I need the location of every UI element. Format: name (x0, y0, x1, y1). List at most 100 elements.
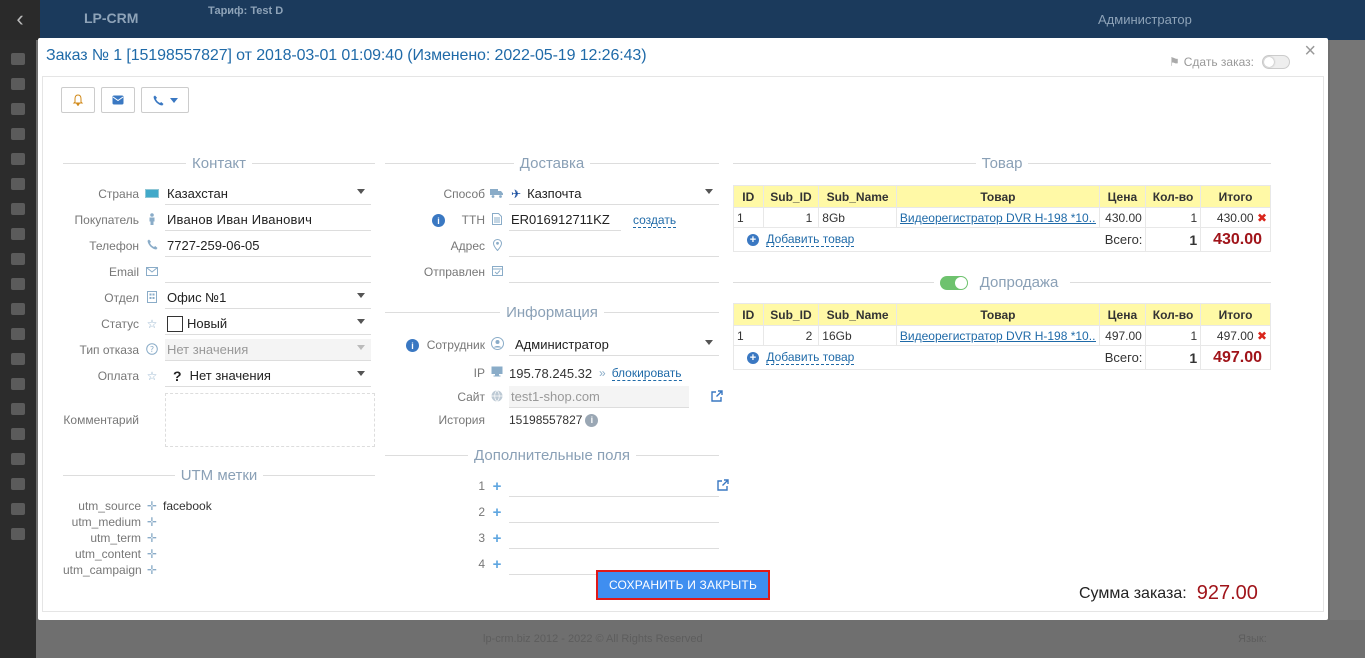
add-circle-icon[interactable]: + (747, 352, 759, 364)
ip-value: 195.78.245.32 (509, 365, 593, 381)
crosshair-icon[interactable]: ✛ (141, 563, 163, 577)
info-icon[interactable]: i (585, 413, 599, 427)
address-input[interactable] (509, 235, 719, 257)
total-label: Всего: (1104, 350, 1143, 365)
plus-icon[interactable]: + (485, 504, 509, 521)
order-sum: Сумма заказа: 927.00 (1079, 582, 1258, 605)
phone-input[interactable]: 7727-259-06-05 (165, 235, 371, 257)
ttn-row: i ТТН ER016912711KZ создать (385, 209, 677, 231)
product-link[interactable]: Видеорегистратор DVR H-198 *10... (900, 329, 1096, 343)
payment-select[interactable]: ? Нет значения (165, 365, 371, 387)
crosshair-icon[interactable]: ✛ (141, 499, 163, 513)
reminder-button[interactable] (61, 87, 95, 113)
extra-field-row: 3 + (385, 527, 719, 549)
payment-row: Оплата ☆ ? Нет значения (63, 365, 371, 387)
extra-field-input[interactable] (509, 501, 719, 523)
sent-input[interactable] (509, 261, 719, 283)
flag-icon: ⚑ (1169, 55, 1180, 69)
question-circle-icon: ? (139, 342, 165, 358)
info-icon[interactable]: i (432, 214, 445, 228)
user-circle-icon (485, 337, 509, 353)
sdat-toggle[interactable] (1262, 55, 1290, 69)
email-input[interactable] (165, 261, 371, 283)
sms-button[interactable] (101, 87, 135, 113)
star-icon: ☆ (146, 369, 158, 383)
buyer-input[interactable]: Иванов Иван Иванович (165, 209, 371, 231)
employee-label: Сотрудник (426, 338, 485, 352)
external-link-icon[interactable] (711, 389, 723, 405)
globe-icon (485, 389, 509, 405)
refusal-label: Тип отказа (79, 343, 139, 357)
plus-icon[interactable]: + (485, 556, 509, 573)
save-and-close-button[interactable]: СОХРАНИТЬ И ЗАКРЫТЬ (596, 570, 770, 600)
delivery-method-label: Способ (443, 187, 485, 201)
crosshair-icon[interactable]: ✛ (141, 531, 163, 545)
goods-table: ID Sub_ID Sub_Name Товар Цена Кол-во Ито… (733, 185, 1271, 252)
refusal-select[interactable]: Нет значения (165, 339, 371, 361)
ip-block-link[interactable]: блокировать (611, 366, 682, 381)
ttn-create-link[interactable]: создать (633, 213, 677, 228)
delete-icon[interactable]: ✖ (1257, 329, 1267, 343)
add-product-link[interactable]: Добавить товар (766, 232, 855, 247)
product-link[interactable]: Видеорегистратор DVR H-198 *10... (900, 211, 1096, 225)
app-logo: LP-CRM (84, 10, 139, 26)
monitor-icon (485, 366, 509, 380)
country-label: Страна (98, 187, 139, 201)
upsell-toggle[interactable] (939, 275, 968, 290)
call-dropdown-button[interactable] (141, 87, 189, 113)
delete-icon[interactable]: ✖ (1257, 211, 1267, 225)
address-row: Адрес (385, 235, 719, 257)
app-header: ‹ LP-CRM Тариф: Test D Администратор (0, 0, 1365, 40)
add-circle-icon[interactable]: + (747, 234, 759, 246)
crosshair-icon[interactable]: ✛ (141, 515, 163, 529)
envelope-icon (112, 95, 124, 105)
refusal-row: Тип отказа ? Нет значения (63, 339, 371, 361)
envelope-icon (139, 265, 165, 279)
status-select[interactable]: Новый (165, 313, 371, 335)
delivery-method-row: Способ ✈ Казпочта (385, 183, 719, 205)
site-label: Сайт (457, 390, 485, 404)
dept-select[interactable]: Офис №1 (165, 287, 371, 309)
utm-row: utm_medium ✛ (63, 514, 212, 530)
delivery-method-select[interactable]: ✈ Казпочта (509, 183, 719, 205)
phone-icon (153, 95, 163, 105)
close-icon[interactable]: × (1304, 41, 1316, 61)
table-row: 1 1 8Gb Видеорегистратор DVR H-198 *10..… (733, 207, 1271, 228)
utm-value: facebook (163, 499, 212, 513)
ttn-input[interactable]: ER016912711KZ (509, 209, 621, 231)
comment-label: Комментарий (63, 413, 139, 427)
sent-row: Отправлен (385, 261, 719, 283)
admin-label[interactable]: Администратор (1098, 12, 1192, 27)
comment-row: Комментарий (63, 393, 375, 447)
plus-icon[interactable]: + (485, 530, 509, 547)
employee-select[interactable]: Администратор (509, 334, 719, 356)
utm-list: utm_source ✛ facebook utm_medium ✛ utm_t… (63, 498, 212, 578)
phone-row: Телефон 7727-259-06-05 (63, 235, 371, 257)
dept-row: Отдел Офис №1 (63, 287, 371, 309)
contact-section-title: Контакт (63, 155, 375, 172)
info-icon[interactable]: i (406, 339, 419, 353)
table-total-row: + Добавить товар Всего: 1 497.00 (733, 345, 1271, 370)
menu-back-icon[interactable]: ‹ (0, 0, 40, 40)
table-row: 1 2 16Gb Видеорегистратор DVR H-198 *10.… (733, 325, 1271, 346)
sdat-toggle-group: ⚑ Сдать заказ: (1169, 55, 1290, 69)
email-row: Email (63, 261, 371, 283)
document-icon (485, 212, 509, 228)
kz-flag-icon (139, 187, 165, 201)
comment-textarea[interactable] (165, 393, 375, 447)
status-row: Статус ☆ Новый (63, 313, 371, 335)
site-input[interactable]: test1-shop.com (509, 386, 689, 408)
modal-body: Контакт Страна Казахстан Покупатель Иван… (42, 76, 1324, 612)
plus-icon[interactable]: + (485, 478, 509, 495)
map-pin-icon (485, 238, 509, 254)
status-label: Статус (101, 317, 139, 331)
add-product-link[interactable]: Добавить товар (766, 350, 855, 365)
country-select[interactable]: Казахстан (165, 183, 371, 205)
extra-field-input[interactable] (509, 475, 719, 497)
extra-field-input[interactable] (509, 527, 719, 549)
crosshair-icon[interactable]: ✛ (141, 547, 163, 561)
truck-icon (485, 187, 509, 201)
app-sidebar (0, 40, 36, 658)
bell-icon (72, 94, 84, 106)
extra-section-title: Дополнительные поля (385, 447, 719, 464)
